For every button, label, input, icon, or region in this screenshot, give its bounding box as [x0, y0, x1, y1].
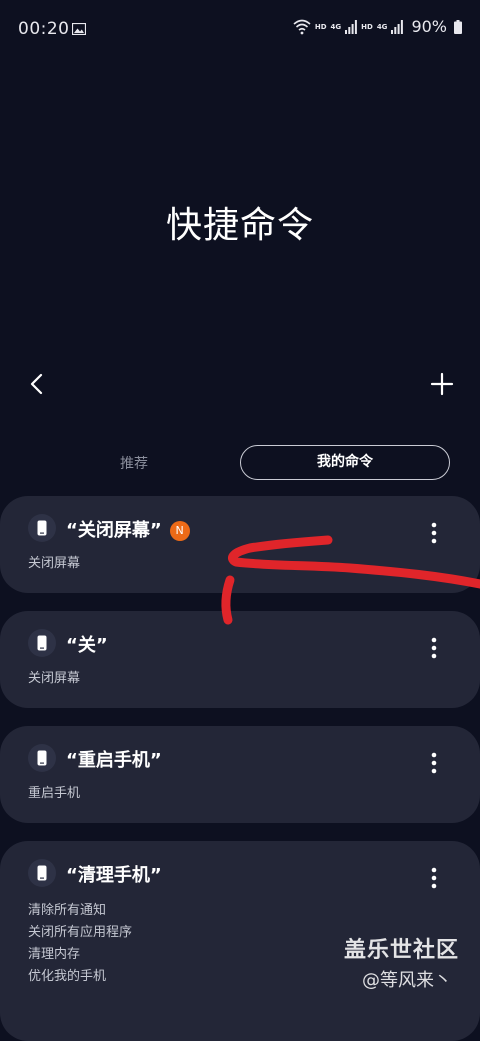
command-action: 清理内存	[28, 947, 81, 962]
command-action: 关闭屏幕	[28, 671, 81, 686]
watermark-site: 盖乐世社区	[344, 938, 460, 963]
plus-icon	[430, 372, 454, 396]
phone-icon	[28, 859, 56, 887]
back-button[interactable]	[24, 370, 52, 398]
command-action: 重启手机	[28, 786, 81, 801]
gallery-notification-icon	[72, 23, 86, 35]
signal-icon	[345, 19, 358, 34]
add-command-button[interactable]	[428, 370, 456, 398]
command-title-text: “关闭屏幕”	[66, 520, 162, 541]
command-card-restart[interactable]: “重启手机” 重启手机	[0, 726, 480, 823]
battery-percent: 90%	[411, 17, 447, 36]
signal-icon-2	[391, 19, 404, 34]
more-vertical-icon	[431, 867, 437, 889]
command-actions: 清除所有通知 关闭所有应用程序 清理内存 优化我的手机	[28, 900, 132, 988]
network-hd-label: HD	[314, 22, 327, 31]
more-options-button[interactable]	[424, 867, 444, 889]
more-vertical-icon	[431, 522, 437, 544]
network-4g-label-2: 4G	[376, 22, 388, 31]
more-vertical-icon	[431, 752, 437, 774]
more-options-button[interactable]	[424, 752, 444, 774]
status-time: 00:20	[18, 19, 70, 39]
network-hd-label-2: HD	[361, 22, 373, 31]
network-4g-label: 4G	[330, 22, 342, 31]
status-bar: 00:20 HD 4G HD 4G 90%	[0, 0, 480, 60]
command-title: “清理手机”	[66, 865, 162, 886]
tab-my-commands[interactable]: 我的命令	[240, 445, 450, 480]
command-action: 优化我的手机	[28, 969, 107, 984]
battery-icon	[454, 19, 462, 34]
page-title: 快捷命令	[165, 205, 314, 246]
command-action: 关闭所有应用程序	[28, 925, 133, 940]
more-options-button[interactable]	[424, 522, 444, 544]
new-badge: N	[169, 521, 190, 541]
phone-icon	[28, 514, 56, 542]
command-actions: 关闭屏幕	[28, 668, 80, 690]
more-vertical-icon	[431, 637, 437, 659]
watermark-author: @等风来丶	[362, 970, 452, 991]
command-title: “关”	[66, 635, 108, 656]
phone-icon	[28, 744, 56, 772]
command-title: “关闭屏幕” N	[66, 516, 190, 542]
more-options-button[interactable]	[424, 637, 444, 659]
command-action: 清除所有通知	[28, 903, 107, 918]
command-action: 关闭屏幕	[28, 556, 81, 571]
tab-recommended[interactable]: 推荐	[30, 446, 238, 482]
command-actions: 重启手机	[28, 783, 80, 805]
chevron-left-icon	[30, 373, 43, 395]
status-icons: HD 4G HD 4G 90%	[293, 17, 462, 36]
command-actions: 关闭屏幕	[28, 553, 80, 575]
command-title: “重启手机”	[66, 750, 162, 771]
wifi-icon	[293, 19, 311, 34]
command-card-off[interactable]: “关” 关闭屏幕	[0, 611, 480, 708]
command-card-turn-off-screen[interactable]: “关闭屏幕” N 关闭屏幕	[0, 496, 480, 593]
phone-icon	[28, 629, 56, 657]
